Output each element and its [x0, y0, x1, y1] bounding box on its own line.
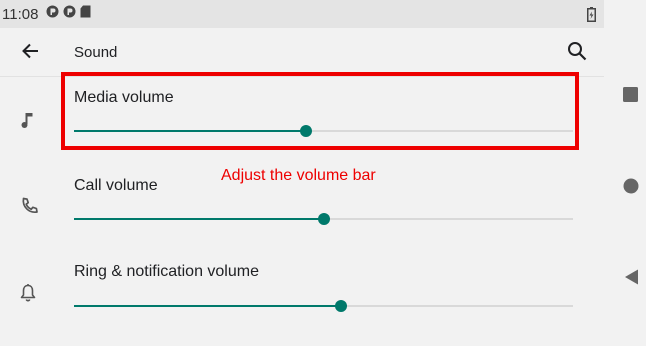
call-volume-label: Call volume [74, 177, 158, 194]
navigation-bar [604, 0, 646, 346]
app-bar: Sound [0, 28, 604, 77]
arrow-back-icon[interactable] [21, 42, 39, 65]
status-bar: 11:08 [0, 0, 604, 28]
battery-icon [587, 7, 596, 27]
status-time: 11:08 [2, 5, 39, 23]
home-circle-icon[interactable] [623, 178, 639, 199]
ring-volume-label: Ring & notification volume [74, 263, 259, 280]
media-volume-setting: Media volume [0, 77, 604, 165]
bell-icon [20, 283, 36, 308]
phone-icon [20, 196, 40, 221]
ring-volume-fill [74, 305, 341, 307]
page-title: Sound [74, 44, 118, 61]
media-volume-slider[interactable] [74, 125, 573, 137]
call-volume-thumb[interactable] [317, 213, 330, 225]
recents-square-icon[interactable] [623, 87, 639, 108]
notification-app-icon [63, 5, 76, 23]
ring-volume-setting: Ring & notification volume [0, 253, 604, 343]
media-volume-fill [74, 130, 307, 132]
sd-card-icon [80, 5, 91, 23]
ring-volume-slider[interactable] [74, 300, 573, 312]
call-volume-fill [74, 218, 324, 220]
media-volume-thumb[interactable] [300, 125, 313, 137]
notification-app-icon [46, 5, 59, 23]
back-triangle-icon[interactable] [624, 269, 640, 290]
status-icons [46, 5, 91, 23]
annotation-text: Adjust the volume bar [221, 167, 376, 184]
ring-volume-thumb[interactable] [334, 300, 347, 312]
call-volume-slider[interactable] [74, 213, 573, 225]
search-icon[interactable] [567, 41, 587, 66]
media-volume-label: Media volume [74, 89, 174, 106]
phone-screen: 11:08 Sound Media volume Call volume Rin… [0, 0, 604, 346]
music-note-icon [20, 110, 36, 135]
